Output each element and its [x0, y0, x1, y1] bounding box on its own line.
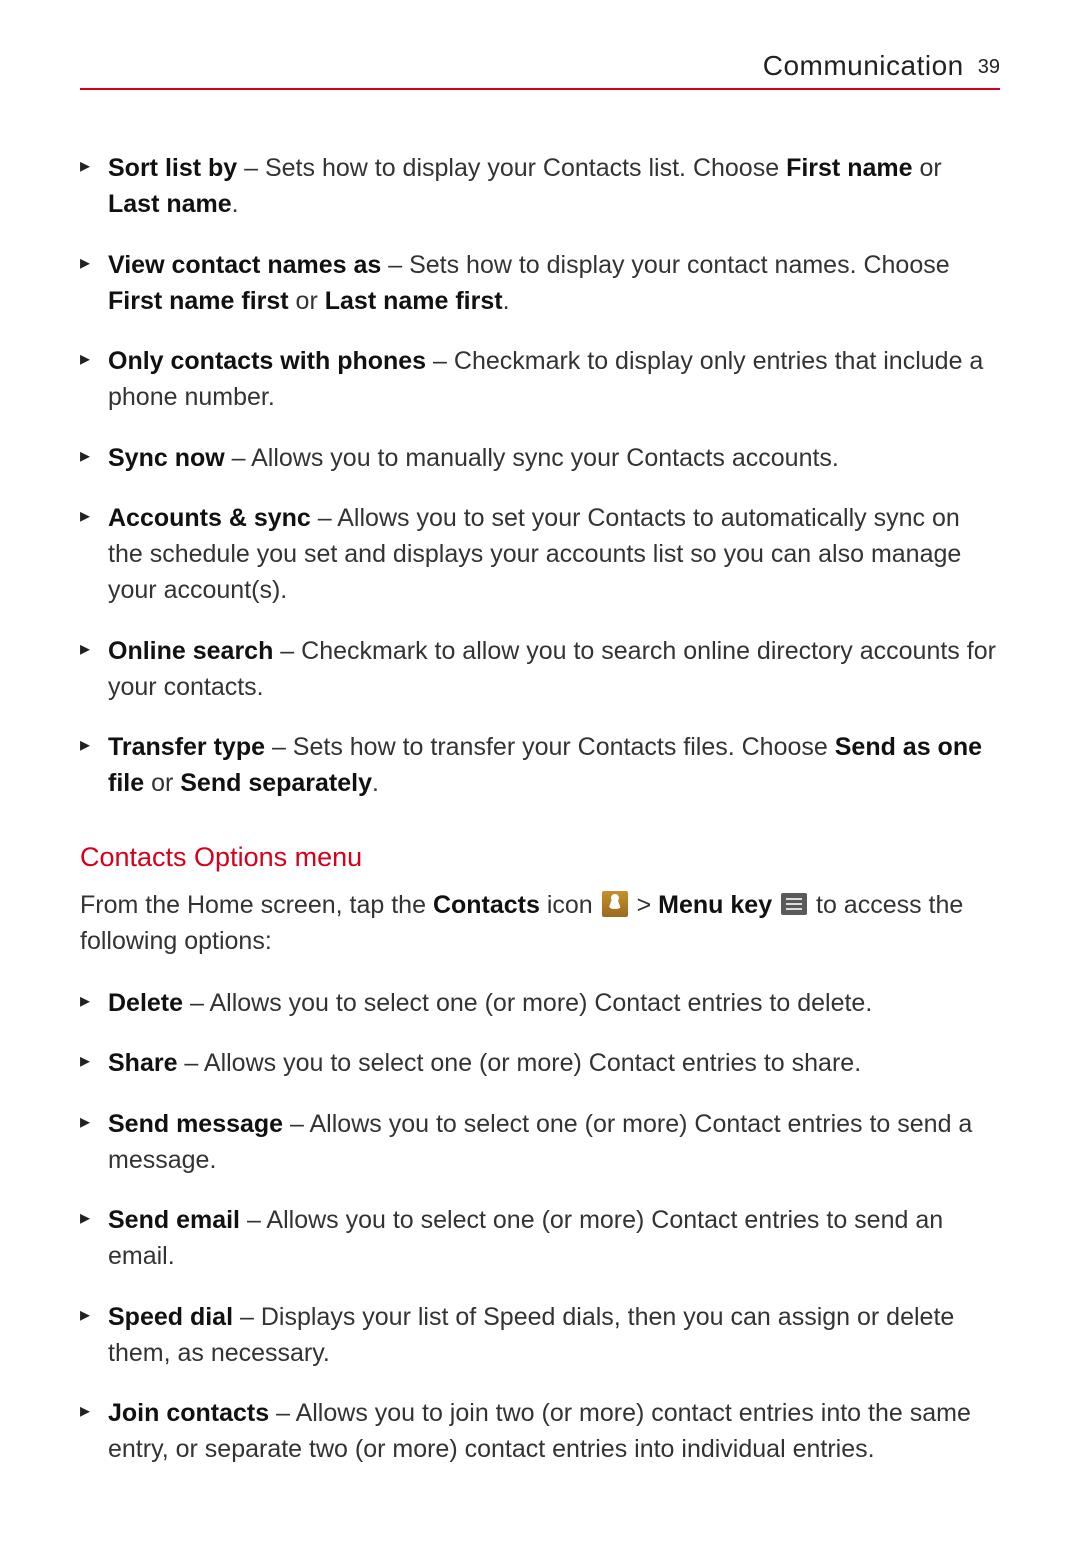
page-header: Communication 39	[80, 50, 1000, 90]
list-item: Sync now – Allows you to manually sync y…	[80, 440, 1000, 476]
item-text: .	[503, 287, 510, 315]
item-title: Speed dial	[108, 1303, 233, 1331]
list-item: View contact names as – Sets how to disp…	[80, 247, 1000, 320]
intro-bold: Menu key	[658, 891, 772, 919]
item-bold: Last name first	[325, 287, 503, 315]
intro-text: From the Home screen, tap the	[80, 891, 433, 919]
item-text: or	[289, 287, 325, 315]
intro-text: >	[630, 891, 659, 919]
item-title: Share	[108, 1049, 177, 1077]
list-item: Transfer type – Sets how to transfer you…	[80, 729, 1000, 802]
item-bold: First name first	[108, 287, 289, 315]
item-title: Send message	[108, 1110, 283, 1138]
item-text: – Displays your list of Speed dials, the…	[108, 1303, 954, 1367]
item-title: Transfer type	[108, 733, 265, 761]
list-item: Only contacts with phones – Checkmark to…	[80, 343, 1000, 416]
item-title: Online search	[108, 637, 273, 665]
item-bold: Send separately	[180, 769, 372, 797]
item-text: .	[372, 769, 379, 797]
options-list: Delete – Allows you to select one (or mo…	[80, 985, 1000, 1468]
list-item: Send email – Allows you to select one (o…	[80, 1202, 1000, 1275]
header-section-title: Communication	[763, 50, 964, 82]
list-item: Sort list by – Sets how to display your …	[80, 150, 1000, 223]
item-text: – Sets how to display your Contacts list…	[237, 154, 786, 182]
list-item: Accounts & sync – Allows you to set your…	[80, 500, 1000, 609]
item-text: or	[144, 769, 180, 797]
intro-bold: Contacts	[433, 891, 540, 919]
intro-text: icon	[540, 891, 600, 919]
item-title: Sort list by	[108, 154, 237, 182]
intro-paragraph: From the Home screen, tap the Contacts i…	[80, 887, 1000, 960]
list-item: Join contacts – Allows you to join two (…	[80, 1395, 1000, 1468]
item-text: – Sets how to display your contact names…	[381, 251, 949, 279]
item-bold: First name	[786, 154, 912, 182]
item-bold: Last name	[108, 190, 232, 218]
list-item: Speed dial – Displays your list of Speed…	[80, 1299, 1000, 1372]
item-text: – Sets how to transfer your Contacts fil…	[265, 733, 835, 761]
item-text: .	[232, 190, 239, 218]
item-text: – Allows you to select one (or more) Con…	[177, 1049, 861, 1077]
item-text: – Allows you to manually sync your Conta…	[225, 444, 839, 472]
item-title: Sync now	[108, 444, 225, 472]
list-item: Send message – Allows you to select one …	[80, 1106, 1000, 1179]
header-page-number: 39	[978, 56, 1000, 79]
item-title: Only contacts with phones	[108, 347, 426, 375]
settings-list: Sort list by – Sets how to display your …	[80, 150, 1000, 802]
list-item: Share – Allows you to select one (or mor…	[80, 1045, 1000, 1081]
contacts-icon	[602, 891, 628, 917]
menu-key-icon	[781, 893, 807, 915]
item-title: Accounts & sync	[108, 504, 311, 532]
item-title: View contact names as	[108, 251, 381, 279]
list-item: Delete – Allows you to select one (or mo…	[80, 985, 1000, 1021]
list-item: Online search – Checkmark to allow you t…	[80, 633, 1000, 706]
section-heading: Contacts Options menu	[80, 842, 1000, 873]
manual-page: Communication 39 Sort list by – Sets how…	[0, 0, 1080, 1552]
item-title: Join contacts	[108, 1399, 269, 1427]
item-text: – Allows you to select one (or more) Con…	[183, 989, 872, 1017]
item-text: or	[913, 154, 942, 182]
item-title: Delete	[108, 989, 183, 1017]
item-title: Send email	[108, 1206, 240, 1234]
